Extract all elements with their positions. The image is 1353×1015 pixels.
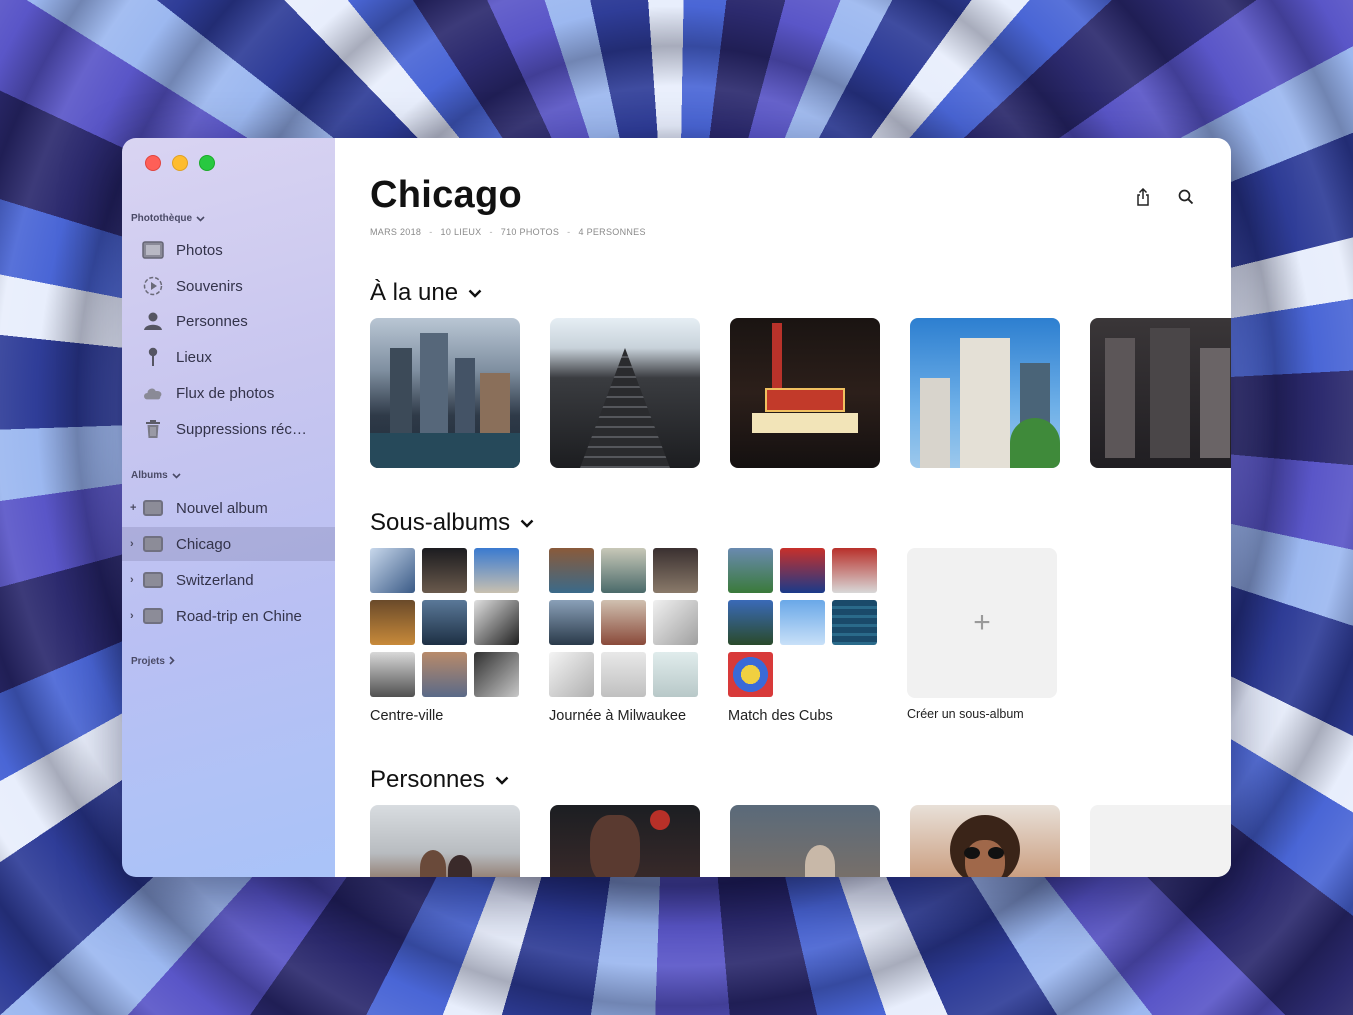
sidebar-item-new-album[interactable]: + Nouvel album xyxy=(122,491,335,525)
featured-section-header[interactable]: À la une xyxy=(370,279,482,307)
person-photo[interactable] xyxy=(730,805,880,877)
thumbnail xyxy=(728,600,773,645)
sidebar-item-road-trip-china[interactable]: › Road-trip en Chine xyxy=(122,599,335,633)
albums-section-header[interactable]: Albums xyxy=(131,470,181,481)
person-icon xyxy=(142,310,164,332)
memories-icon xyxy=(142,275,164,297)
thumbnail xyxy=(422,548,467,593)
person-photo[interactable] xyxy=(910,805,1060,877)
thumbnail xyxy=(549,548,594,593)
subalbum-label: Match des Cubs xyxy=(728,708,833,724)
featured-photo[interactable] xyxy=(1090,318,1231,468)
disclosure-icon[interactable]: › xyxy=(130,610,134,622)
page-title: Chicago xyxy=(370,174,523,216)
sidebar-item-recently-deleted[interactable]: Suppressions réc… xyxy=(122,412,335,446)
create-subalbum-button[interactable]: + xyxy=(907,548,1057,698)
thumbnail xyxy=(780,600,825,645)
person-photo[interactable] xyxy=(1090,805,1231,877)
thumbnail xyxy=(728,652,773,697)
subalbum-label: Journée à Milwaukee xyxy=(549,708,687,724)
people-section-header[interactable]: Personnes xyxy=(370,766,509,794)
album-icon xyxy=(142,605,164,627)
thumbnail xyxy=(422,652,467,697)
thumbnail xyxy=(728,548,773,593)
thumbnail xyxy=(653,600,698,645)
thumbnail xyxy=(474,600,519,645)
chevron-down-icon xyxy=(520,515,534,531)
sidebar-item-photos[interactable]: Photos xyxy=(122,233,335,267)
chevron-down-icon xyxy=(172,471,181,481)
thumbnail xyxy=(601,600,646,645)
album-icon xyxy=(142,497,164,519)
thumbnail xyxy=(549,652,594,697)
cloud-icon xyxy=(142,382,164,404)
photos-window: Photothèque Photos Souvenirs Personnes L… xyxy=(122,138,1231,877)
thumbnail xyxy=(832,600,877,645)
photos-icon xyxy=(142,239,164,261)
thumbnail xyxy=(549,600,594,645)
sidebar-item-switzerland[interactable]: › Switzerland xyxy=(122,563,335,597)
featured-photo[interactable] xyxy=(910,318,1060,468)
thumbnail xyxy=(474,548,519,593)
thumbnail xyxy=(474,652,519,697)
plus-icon: + xyxy=(973,606,991,639)
album-icon xyxy=(142,569,164,591)
thumbnail xyxy=(370,548,415,593)
add-icon[interactable]: + xyxy=(130,502,136,514)
sidebar-item-memories[interactable]: Souvenirs xyxy=(122,269,335,303)
person-photo[interactable] xyxy=(550,805,700,877)
featured-photo[interactable] xyxy=(730,318,880,468)
create-subalbum-label: Créer un sous-album xyxy=(907,707,1024,721)
chevron-down-icon xyxy=(468,285,482,301)
chevron-down-icon xyxy=(196,214,205,224)
chevron-down-icon xyxy=(495,772,509,788)
minimize-button[interactable] xyxy=(172,155,188,171)
thumbnail xyxy=(832,548,877,593)
disclosure-icon[interactable]: › xyxy=(130,538,134,550)
sidebar-item-people[interactable]: Personnes xyxy=(122,304,335,338)
sidebar-item-chicago[interactable]: › Chicago xyxy=(122,527,335,561)
sidebar-item-photostream[interactable]: Flux de photos xyxy=(122,376,335,410)
thumbnail xyxy=(601,548,646,593)
person-photo[interactable] xyxy=(370,805,520,877)
disclosure-icon[interactable]: › xyxy=(130,574,134,586)
thumbnail xyxy=(370,652,415,697)
share-button[interactable] xyxy=(1132,186,1154,208)
thumbnail xyxy=(653,652,698,697)
album-icon xyxy=(142,533,164,555)
sidebar: Photothèque Photos Souvenirs Personnes L… xyxy=(122,138,335,877)
pin-icon xyxy=(142,346,164,368)
album-meta: MARS 2018 - 10 LIEUX - 710 PHOTOS - 4 PE… xyxy=(370,227,646,237)
featured-photo[interactable] xyxy=(550,318,700,468)
search-icon xyxy=(1178,189,1194,205)
thumbnail xyxy=(601,652,646,697)
window-controls xyxy=(145,155,215,171)
zoom-button[interactable] xyxy=(199,155,215,171)
chevron-right-icon xyxy=(169,656,175,667)
album-content: Chicago MARS 2018 - 10 LIEUX - 710 PHOTO… xyxy=(335,138,1231,877)
share-icon xyxy=(1137,188,1149,206)
thumbnail xyxy=(422,600,467,645)
thumbnail xyxy=(370,600,415,645)
subalbum-label: Centre-ville xyxy=(370,708,444,724)
thumbnail xyxy=(780,548,825,593)
projects-section-header[interactable]: Projets xyxy=(131,656,175,667)
library-section-header[interactable]: Photothèque xyxy=(131,213,205,224)
subalbums-section-header[interactable]: Sous-albums xyxy=(370,509,534,537)
close-button[interactable] xyxy=(145,155,161,171)
search-button[interactable] xyxy=(1175,186,1197,208)
sidebar-item-places[interactable]: Lieux xyxy=(122,340,335,374)
featured-photo[interactable] xyxy=(370,318,520,468)
thumbnail xyxy=(653,548,698,593)
trash-icon xyxy=(142,418,164,440)
